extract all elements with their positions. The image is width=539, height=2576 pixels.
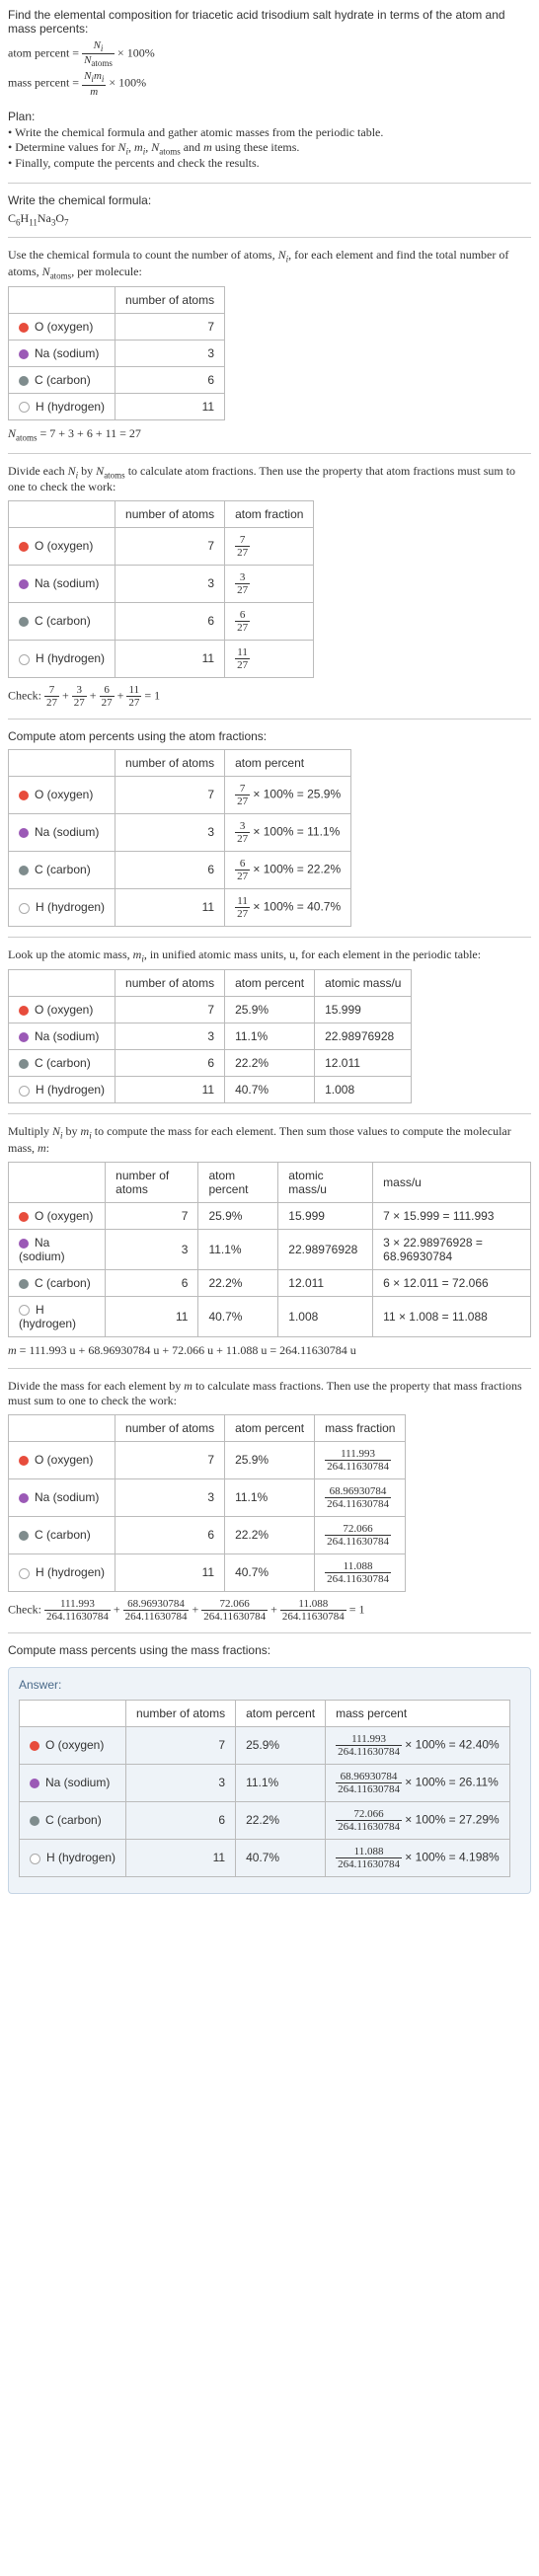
table-row: O (oxygen)725.9%111.993264.11630784 × 10… (20, 1726, 510, 1764)
check-1: Check: 727 + 327 + 627 + 1127 = 1 (8, 684, 531, 709)
table-row: O (oxygen)7 (9, 314, 225, 341)
table-row: O (oxygen)7727 × 100% = 25.9% (9, 776, 351, 813)
divider (8, 183, 531, 184)
table-row: C (carbon)6 (9, 367, 225, 394)
atom-percent-formula: atom percent = NiNatoms × 100% (8, 39, 531, 68)
table-row: H (hydrogen)1140.7%11.088264.11630784 (9, 1553, 406, 1591)
table-row: C (carbon)622.2%72.066264.11630784 (9, 1516, 406, 1553)
divider (8, 1113, 531, 1114)
divider (8, 937, 531, 938)
table-row: C (carbon)622.2%72.066264.11630784 × 100… (20, 1801, 510, 1839)
table-row: H (hydrogen)1140.7%11.088264.11630784 × … (20, 1839, 510, 1876)
mult-desc: Multiply Ni by mi to compute the mass fo… (8, 1124, 531, 1155)
table-row: O (oxygen)7727 (9, 527, 314, 565)
carbon-dot-icon (19, 617, 29, 627)
hydrogen-dot-icon (19, 402, 30, 413)
sodium-dot-icon (30, 1779, 39, 1788)
mass-fraction-table: number of atomsatom percentmass fraction… (8, 1414, 406, 1592)
sodium-dot-icon (19, 1239, 29, 1249)
divider (8, 1368, 531, 1369)
sodium-dot-icon (19, 1493, 29, 1503)
table-row: Na (sodium)3327 (9, 565, 314, 602)
table-row: H (hydrogen)111127 (9, 640, 314, 677)
table-row: Na (sodium)311.1%22.989769283 × 22.98976… (9, 1229, 531, 1269)
table-row: Na (sodium)3 (9, 341, 225, 367)
carbon-dot-icon (19, 1279, 29, 1289)
element-label: H (hydrogen) (36, 400, 105, 414)
answer-label: Answer: (19, 1678, 520, 1692)
sodium-dot-icon (19, 579, 29, 589)
frac-desc: Divide each Ni by Natoms to calculate at… (8, 464, 531, 494)
hydrogen-dot-icon (19, 654, 30, 665)
element-label: Na (sodium) (35, 346, 99, 360)
carbon-dot-icon (30, 1816, 39, 1826)
sodium-dot-icon (19, 1032, 29, 1042)
oxygen-dot-icon (19, 542, 29, 552)
plan-title: Plan: (8, 110, 531, 123)
hydrogen-dot-icon (19, 903, 30, 914)
divider (8, 1632, 531, 1633)
count-desc: Use the chemical formula to count the nu… (8, 248, 531, 280)
table-row: O (oxygen)725.9%111.993264.11630784 (9, 1441, 406, 1478)
plan-block: Plan: • Write the chemical formula and g… (8, 110, 531, 171)
chemical-formula: C6H11Na3O7 (8, 211, 531, 227)
carbon-dot-icon (19, 1059, 29, 1069)
oxygen-dot-icon (19, 791, 29, 800)
atom-percent-table: number of atomsatom percent O (oxygen)77… (8, 749, 351, 927)
table-row: H (hydrogen)1140.7%1.008 (9, 1077, 412, 1103)
sodium-dot-icon (19, 828, 29, 838)
write-formula-title: Write the chemical formula: (8, 193, 531, 207)
mass-pct-desc: Compute mass percents using the mass fra… (8, 1643, 531, 1657)
mass-desc: Look up the atomic mass, mi, in unified … (8, 947, 531, 963)
answer-box: Answer: number of atomsatom percentmass … (8, 1667, 531, 1894)
m-total: m = 111.993 u + 68.96930784 u + 72.066 u… (8, 1343, 531, 1358)
carbon-dot-icon (19, 1531, 29, 1541)
oxygen-dot-icon (30, 1741, 39, 1751)
table-row: C (carbon)622.2%12.011 (9, 1050, 412, 1077)
table-row: H (hydrogen)1140.7%1.00811 × 1.008 = 11.… (9, 1296, 531, 1336)
oxygen-dot-icon (19, 1456, 29, 1466)
element-label: O (oxygen) (35, 320, 93, 334)
oxygen-dot-icon (19, 323, 29, 333)
oxygen-dot-icon (19, 1212, 29, 1222)
atoms-table: number of atoms O (oxygen)7 Na (sodium)3… (8, 286, 225, 420)
check-2: Check: 111.993264.11630784 + 68.96930784… (8, 1598, 531, 1623)
hydrogen-dot-icon (19, 1568, 30, 1579)
mass-percent-table: number of atomsatom percentmass percent … (19, 1700, 510, 1877)
element-label: C (carbon) (35, 373, 91, 387)
divider (8, 719, 531, 720)
table-row: O (oxygen)725.9%15.9997 × 15.999 = 111.9… (9, 1202, 531, 1229)
table-row: H (hydrogen)111127 × 100% = 40.7% (9, 888, 351, 926)
mass-percent-formula: mass percent = Nimim × 100% (8, 70, 531, 97)
sodium-dot-icon (19, 349, 29, 359)
mass-table: number of atomsatom percentatomic mass/u… (8, 1162, 531, 1337)
natoms-total: Natoms = 7 + 3 + 6 + 11 = 27 (8, 426, 531, 442)
table-row: Na (sodium)3327 × 100% = 11.1% (9, 813, 351, 851)
col-number-of-atoms: number of atoms (116, 287, 225, 314)
table-row: H (hydrogen)11 (9, 394, 225, 420)
plan-bullet-3: • Finally, compute the percents and chec… (8, 156, 531, 171)
divider (8, 237, 531, 238)
table-row: C (carbon)6627 × 100% = 22.2% (9, 851, 351, 888)
table-row: Na (sodium)311.1%68.96930784264.11630784 (9, 1478, 406, 1516)
atom-fraction-table: number of atomsatom fraction O (oxygen)7… (8, 500, 314, 678)
plan-bullet-2: • Determine values for Ni, mi, Natoms an… (8, 140, 531, 156)
plan-bullet-1: • Write the chemical formula and gather … (8, 125, 531, 140)
hydrogen-dot-icon (19, 1086, 30, 1097)
table-row: Na (sodium)311.1%22.98976928 (9, 1023, 412, 1050)
table-row: C (carbon)622.2%12.0116 × 12.011 = 72.06… (9, 1269, 531, 1296)
hydrogen-dot-icon (30, 1854, 40, 1864)
carbon-dot-icon (19, 376, 29, 386)
atomic-mass-table: number of atomsatom percentatomic mass/u… (8, 969, 412, 1103)
divider (8, 453, 531, 454)
table-row: Na (sodium)311.1%68.96930784264.11630784… (20, 1764, 510, 1801)
table-row: O (oxygen)725.9%15.999 (9, 997, 412, 1023)
table-row: C (carbon)6627 (9, 602, 314, 640)
mass-frac-desc: Divide the mass for each element by m to… (8, 1379, 531, 1408)
intro-text: Find the elemental composition for triac… (8, 8, 531, 36)
pct-desc: Compute atom percents using the atom fra… (8, 729, 531, 743)
hydrogen-dot-icon (19, 1305, 30, 1316)
oxygen-dot-icon (19, 1006, 29, 1016)
carbon-dot-icon (19, 866, 29, 875)
